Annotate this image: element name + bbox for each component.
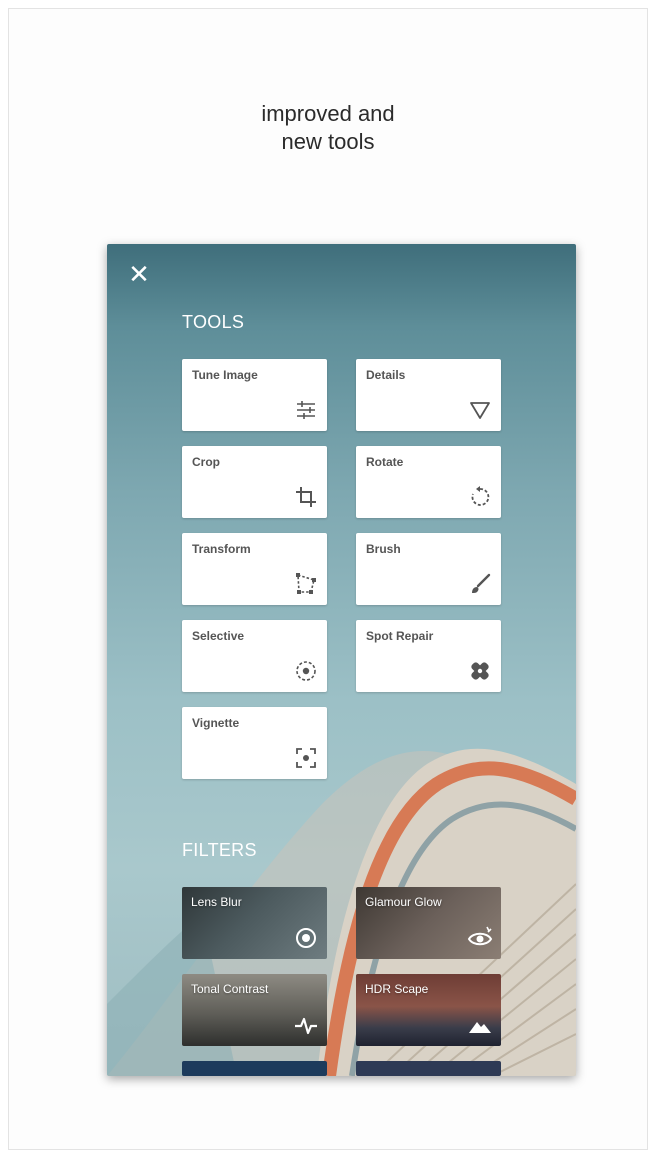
headline-line-2: new tools bbox=[281, 129, 375, 154]
background-photo bbox=[107, 748, 576, 1076]
tool-label: Details bbox=[366, 368, 406, 382]
selective-icon bbox=[296, 661, 316, 681]
bandage-icon bbox=[471, 662, 489, 680]
close-button[interactable]: ✕ bbox=[125, 260, 153, 288]
filter-lens-blur[interactable]: Lens Blur bbox=[182, 887, 327, 959]
eye-sparkle-icon bbox=[467, 926, 493, 946]
headline: improved and new tools bbox=[0, 100, 656, 156]
tool-rotate[interactable]: Rotate bbox=[356, 446, 501, 518]
tool-selective[interactable]: Selective bbox=[182, 620, 327, 692]
tool-label: Spot Repair bbox=[366, 629, 434, 643]
tool-spot-repair[interactable]: Spot Repair bbox=[356, 620, 501, 692]
filter-hdr-scape[interactable]: HDR Scape bbox=[356, 974, 501, 1046]
lens-blur-icon bbox=[296, 928, 316, 948]
pulse-icon bbox=[295, 1017, 317, 1035]
sliders-icon bbox=[297, 401, 315, 419]
tool-label: Tune Image bbox=[192, 368, 258, 382]
brush-icon bbox=[472, 573, 491, 593]
filter-label: Tonal Contrast bbox=[191, 982, 269, 996]
filters-section-title: FILTERS bbox=[182, 840, 257, 860]
tool-label: Transform bbox=[192, 542, 251, 556]
tool-vignette[interactable]: Vignette bbox=[182, 707, 327, 779]
rotate-icon bbox=[471, 486, 490, 506]
filter-card-partial[interactable] bbox=[182, 1061, 327, 1076]
tool-label: Selective bbox=[192, 629, 245, 643]
close-icon: ✕ bbox=[128, 259, 150, 289]
tools-section-title: TOOLS bbox=[182, 312, 245, 332]
headline-line-1: improved and bbox=[261, 101, 395, 126]
triangle-icon bbox=[470, 402, 490, 419]
tool-crop[interactable]: Crop bbox=[182, 446, 327, 518]
crop-icon bbox=[296, 487, 316, 507]
tool-label: Brush bbox=[366, 542, 401, 556]
transform-icon bbox=[296, 573, 316, 594]
mountains-icon bbox=[469, 1022, 491, 1033]
tool-transform[interactable]: Transform bbox=[182, 533, 327, 605]
tool-tune-image[interactable]: Tune Image bbox=[182, 359, 327, 431]
filter-glamour-glow[interactable]: Glamour Glow bbox=[356, 887, 501, 959]
filter-card-partial[interactable] bbox=[356, 1061, 501, 1076]
filter-label: Lens Blur bbox=[191, 895, 242, 909]
tool-brush[interactable]: Brush bbox=[356, 533, 501, 605]
vignette-icon bbox=[296, 748, 316, 768]
filter-tonal-contrast[interactable]: Tonal Contrast bbox=[182, 974, 327, 1046]
tool-label: Vignette bbox=[192, 716, 240, 730]
tool-label: Crop bbox=[192, 455, 220, 469]
filter-label: HDR Scape bbox=[365, 982, 429, 996]
filter-label: Glamour Glow bbox=[365, 895, 442, 909]
tool-label: Rotate bbox=[366, 455, 404, 469]
tools-panel: ✕ TOOLS Tune Image Details Crop Rotate T… bbox=[107, 244, 576, 1076]
tool-details[interactable]: Details bbox=[356, 359, 501, 431]
